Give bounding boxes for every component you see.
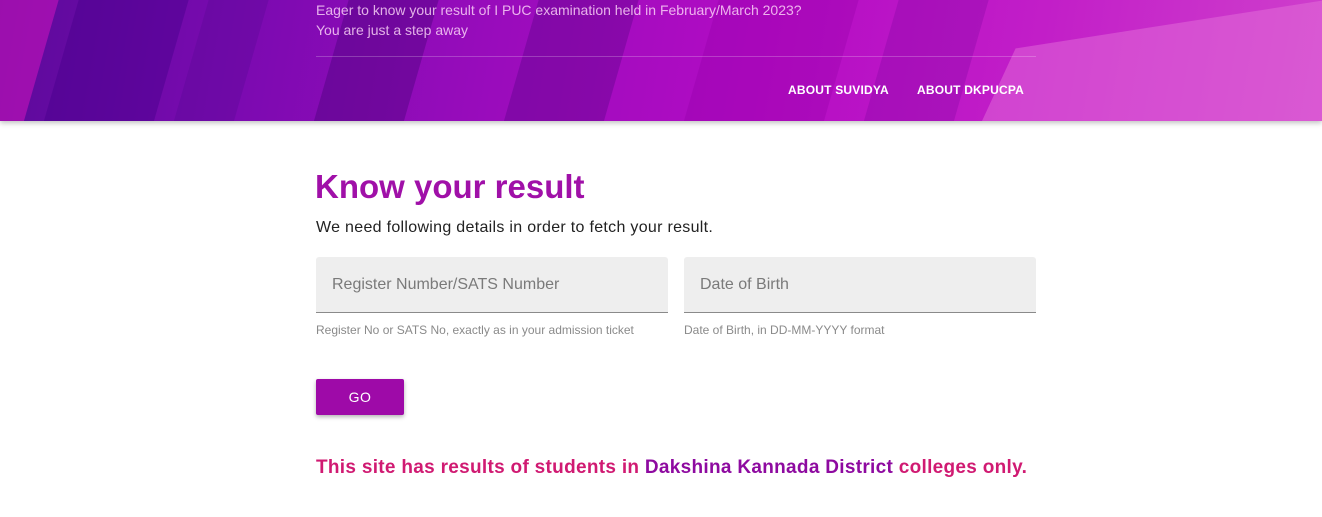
header-banner: Eager to know your result of I PUC exami…: [0, 0, 1322, 121]
decorative-stripe: [305, 0, 445, 121]
notice-suffix: colleges only.: [893, 457, 1028, 478]
nav-about-suvidya-link[interactable]: ABOUT SUVIDYA: [788, 83, 889, 97]
nav-about-dkpucpa-link[interactable]: ABOUT DKPUCPA: [917, 83, 1024, 97]
decorative-stripe: [35, 0, 195, 121]
register-number-help-text: Register No or SATS No, exactly as in yo…: [316, 323, 634, 337]
decorative-stripe: [675, 0, 865, 121]
register-number-input[interactable]: [316, 257, 668, 312]
date-of-birth-help-text: Date of Birth, in DD-MM-YYYY format: [684, 323, 885, 337]
page-subtitle: We need following details in order to fe…: [316, 219, 714, 236]
intro-text-line1: Eager to know your result of I PUC exami…: [316, 2, 802, 18]
date-of-birth-input[interactable]: [684, 257, 1036, 312]
go-button[interactable]: GO: [316, 379, 404, 415]
district-notice: This site has results of students in Dak…: [316, 457, 1027, 479]
date-of-birth-field: [684, 257, 1036, 313]
notice-district: Dakshina Kannada District: [644, 457, 894, 478]
header-divider: [316, 56, 1036, 57]
page-title: Know your result: [315, 168, 585, 205]
decorative-stripe: [495, 0, 645, 121]
decorative-polygon: [982, 0, 1322, 121]
intro-text-line2: You are just a step away: [316, 22, 469, 38]
notice-prefix: This site has results of students in: [316, 457, 645, 478]
decorative-stripe: [855, 0, 995, 121]
register-number-field: [316, 257, 668, 313]
